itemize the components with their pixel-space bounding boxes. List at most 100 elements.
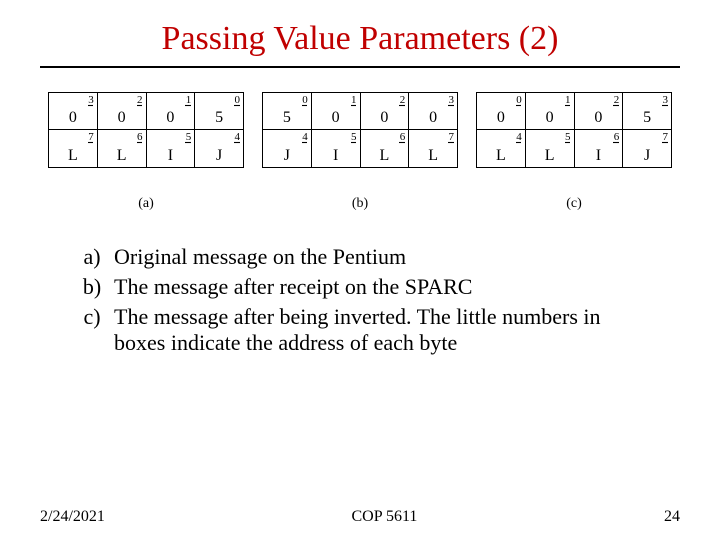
- byte-value: 0: [49, 109, 97, 127]
- panel-a-row-0: 30 20 10 05: [48, 92, 244, 130]
- byte-cell: 35: [623, 92, 672, 130]
- byte-index: 5: [351, 131, 357, 143]
- byte-index: 7: [88, 131, 94, 143]
- byte-cell: 5I: [312, 130, 361, 168]
- byte-cell: 05: [262, 92, 312, 130]
- byte-value: J: [623, 147, 671, 165]
- byte-index: 5: [565, 131, 571, 143]
- byte-value: L: [98, 147, 146, 165]
- panel-c-caption: (c): [476, 196, 672, 212]
- byte-value: I: [575, 147, 623, 165]
- footer-date: 2/24/2021: [40, 508, 105, 526]
- panel-c: 00 10 20 35 4L 5L 6I 7J (c): [476, 92, 672, 212]
- byte-cell: 7L: [48, 130, 98, 168]
- panel-a-caption: (a): [48, 196, 244, 212]
- byte-value: I: [147, 147, 195, 165]
- list-text: The message after being inverted. The li…: [114, 304, 650, 356]
- byte-cell: 6I: [575, 130, 624, 168]
- byte-value: I: [312, 147, 360, 165]
- byte-cell: 05: [195, 92, 244, 130]
- byte-cell: 5I: [147, 130, 196, 168]
- byte-cell: 7J: [623, 130, 672, 168]
- byte-cell: 4J: [195, 130, 244, 168]
- byte-value: 5: [623, 109, 671, 127]
- byte-cell: 4L: [476, 130, 526, 168]
- byte-index: 4: [302, 131, 308, 143]
- panel-b-row-0: 05 10 20 30: [262, 92, 458, 130]
- byte-value: 0: [147, 109, 195, 127]
- byte-value: L: [477, 147, 525, 165]
- footer-course: COP 5611: [351, 508, 417, 526]
- byte-index: 7: [663, 131, 669, 143]
- byte-value: L: [526, 147, 574, 165]
- description-list: a) Original message on the Pentium b) Th…: [70, 244, 650, 356]
- byte-cell: 10: [526, 92, 575, 130]
- byte-cell: 30: [409, 92, 458, 130]
- list-mark: b): [70, 274, 114, 300]
- byte-index: 3: [88, 94, 94, 106]
- byte-index: 4: [235, 131, 241, 143]
- panel-b-caption: (b): [262, 196, 458, 212]
- byte-cell: 6L: [361, 130, 410, 168]
- byte-cell: 7L: [409, 130, 458, 168]
- list-item: b) The message after receipt on the SPAR…: [70, 274, 650, 300]
- byte-value: L: [49, 147, 97, 165]
- byte-value: 0: [526, 109, 574, 127]
- byte-cell: 10: [312, 92, 361, 130]
- byte-panels: 30 20 10 05 7L 6L 5I 4J (a) 05 10 20 30 …: [48, 92, 672, 212]
- byte-value: L: [361, 147, 409, 165]
- byte-value: 0: [312, 109, 360, 127]
- slide-footer: 2/24/2021 COP 5611 24: [0, 508, 720, 526]
- byte-value: J: [195, 147, 243, 165]
- byte-value: 0: [98, 109, 146, 127]
- byte-index: 0: [516, 94, 522, 106]
- byte-index: 3: [663, 94, 669, 106]
- panel-c-row-1: 4L 5L 6I 7J: [476, 130, 672, 168]
- panel-b-row-1: 4J 5I 6L 7L: [262, 130, 458, 168]
- byte-index: 6: [137, 131, 143, 143]
- panel-c-row-0: 00 10 20 35: [476, 92, 672, 130]
- byte-index: 1: [565, 94, 571, 106]
- byte-index: 2: [614, 94, 620, 106]
- byte-cell: 20: [575, 92, 624, 130]
- byte-index: 1: [351, 94, 357, 106]
- byte-value: 5: [195, 109, 243, 127]
- byte-cell: 4J: [262, 130, 312, 168]
- byte-cell: 10: [147, 92, 196, 130]
- list-mark: c): [70, 304, 114, 356]
- byte-index: 5: [186, 131, 192, 143]
- byte-index: 0: [235, 94, 241, 106]
- byte-index: 7: [449, 131, 455, 143]
- byte-index: 2: [137, 94, 143, 106]
- list-item: c) The message after being inverted. The…: [70, 304, 650, 356]
- byte-cell: 5L: [526, 130, 575, 168]
- list-text: The message after receipt on the SPARC: [114, 274, 650, 300]
- byte-value: 5: [263, 109, 311, 127]
- byte-value: 0: [361, 109, 409, 127]
- byte-cell: 30: [48, 92, 98, 130]
- byte-index: 4: [516, 131, 522, 143]
- slide-title: Passing Value Parameters (2): [40, 20, 680, 58]
- byte-index: 6: [400, 131, 406, 143]
- panel-a-row-1: 7L 6L 5I 4J: [48, 130, 244, 168]
- panel-b: 05 10 20 30 4J 5I 6L 7L (b): [262, 92, 458, 212]
- byte-index: 0: [302, 94, 308, 106]
- list-mark: a): [70, 244, 114, 270]
- byte-cell: 00: [476, 92, 526, 130]
- list-item: a) Original message on the Pentium: [70, 244, 650, 270]
- byte-value: J: [263, 147, 311, 165]
- byte-index: 6: [614, 131, 620, 143]
- byte-value: 0: [409, 109, 457, 127]
- byte-value: L: [409, 147, 457, 165]
- list-text: Original message on the Pentium: [114, 244, 650, 270]
- byte-index: 2: [400, 94, 406, 106]
- title-divider: [40, 66, 680, 68]
- byte-value: 0: [477, 109, 525, 127]
- byte-cell: 20: [361, 92, 410, 130]
- byte-cell: 6L: [98, 130, 147, 168]
- byte-value: 0: [575, 109, 623, 127]
- byte-index: 3: [449, 94, 455, 106]
- panel-a: 30 20 10 05 7L 6L 5I 4J (a): [48, 92, 244, 212]
- footer-page: 24: [664, 508, 680, 526]
- byte-cell: 20: [98, 92, 147, 130]
